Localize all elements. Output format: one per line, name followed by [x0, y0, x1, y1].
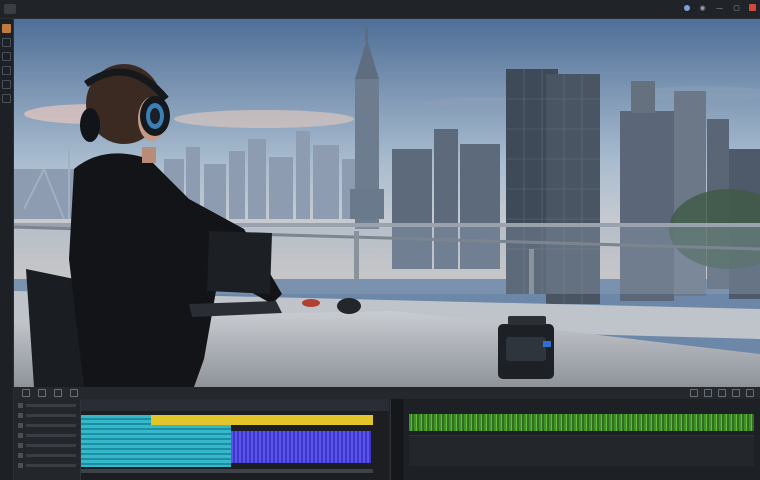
laptop	[207, 231, 272, 294]
track-lock-icon[interactable]	[18, 443, 23, 448]
track-header[interactable]	[18, 402, 76, 409]
audio-lane[interactable]	[409, 435, 754, 466]
window-controls: ◉ — ▢	[684, 3, 756, 12]
track-lock-icon[interactable]	[18, 423, 23, 428]
skip-back-icon[interactable]	[22, 389, 30, 397]
play-icon[interactable]	[38, 389, 46, 397]
maximize-icon[interactable]: ▢	[732, 3, 741, 12]
hand-tool-icon[interactable]	[2, 52, 11, 61]
menu-item-5[interactable]	[80, 8, 84, 10]
desk-item	[302, 299, 320, 307]
menu-item-1[interactable]	[24, 8, 28, 10]
railing-post	[354, 231, 359, 281]
skip-forward-icon[interactable]	[54, 389, 62, 397]
text-tool-icon[interactable]	[2, 80, 11, 89]
loop-icon[interactable]	[70, 389, 78, 397]
timeline-panel	[14, 399, 760, 480]
zoom-tool-icon[interactable]	[2, 66, 11, 75]
transport-bar	[14, 387, 760, 399]
effect-clip[interactable]	[231, 431, 371, 463]
zoom-out-icon[interactable]	[732, 389, 740, 397]
menu-list	[24, 8, 84, 10]
menu-item-3[interactable]	[52, 8, 56, 10]
select-tool-icon[interactable]	[2, 24, 11, 33]
scroll-bar[interactable]	[81, 469, 373, 473]
cloud	[174, 110, 354, 128]
menu-item-4[interactable]	[66, 8, 70, 10]
track-lock-icon[interactable]	[18, 403, 23, 408]
portable-speaker	[498, 316, 554, 379]
track-header[interactable]	[18, 432, 76, 439]
blade-tool-icon[interactable]	[2, 38, 11, 47]
zoom-in-icon[interactable]	[718, 389, 726, 397]
settings-icon[interactable]: ◉	[698, 3, 707, 12]
transport-right-controls	[690, 389, 754, 397]
track-header[interactable]	[18, 422, 76, 429]
computer-mouse	[337, 298, 361, 314]
video-frame	[14, 19, 760, 387]
audio-waveform[interactable]	[409, 414, 754, 431]
title-clip[interactable]	[151, 415, 373, 425]
track-headers	[14, 399, 81, 480]
video-track-area[interactable]	[81, 399, 389, 480]
minimize-icon[interactable]: —	[715, 3, 724, 12]
menu-bar: ◉ — ▢	[0, 0, 760, 19]
track-lock-icon[interactable]	[18, 413, 23, 418]
track-lock-icon[interactable]	[18, 453, 23, 458]
close-icon[interactable]	[749, 4, 756, 11]
marker-icon[interactable]	[690, 389, 698, 397]
tool-strip	[0, 19, 14, 480]
audio-track-area[interactable]	[403, 399, 760, 480]
panel-divider[interactable]	[390, 399, 404, 480]
app-logo-icon[interactable]	[4, 4, 16, 14]
close-panel-icon[interactable]	[746, 389, 754, 397]
pen-tool-icon[interactable]	[2, 94, 11, 103]
menu-item-2[interactable]	[38, 8, 42, 10]
track-header[interactable]	[18, 412, 76, 419]
track-header[interactable]	[18, 442, 76, 449]
video-preview[interactable]	[14, 19, 760, 387]
track-lock-icon[interactable]	[18, 463, 23, 468]
account-icon[interactable]	[684, 4, 690, 11]
snap-icon[interactable]	[704, 389, 712, 397]
track-header[interactable]	[18, 452, 76, 459]
time-ruler[interactable]	[81, 399, 389, 411]
track-header[interactable]	[18, 462, 76, 469]
track-lock-icon[interactable]	[18, 433, 23, 438]
railing-post	[529, 249, 534, 294]
